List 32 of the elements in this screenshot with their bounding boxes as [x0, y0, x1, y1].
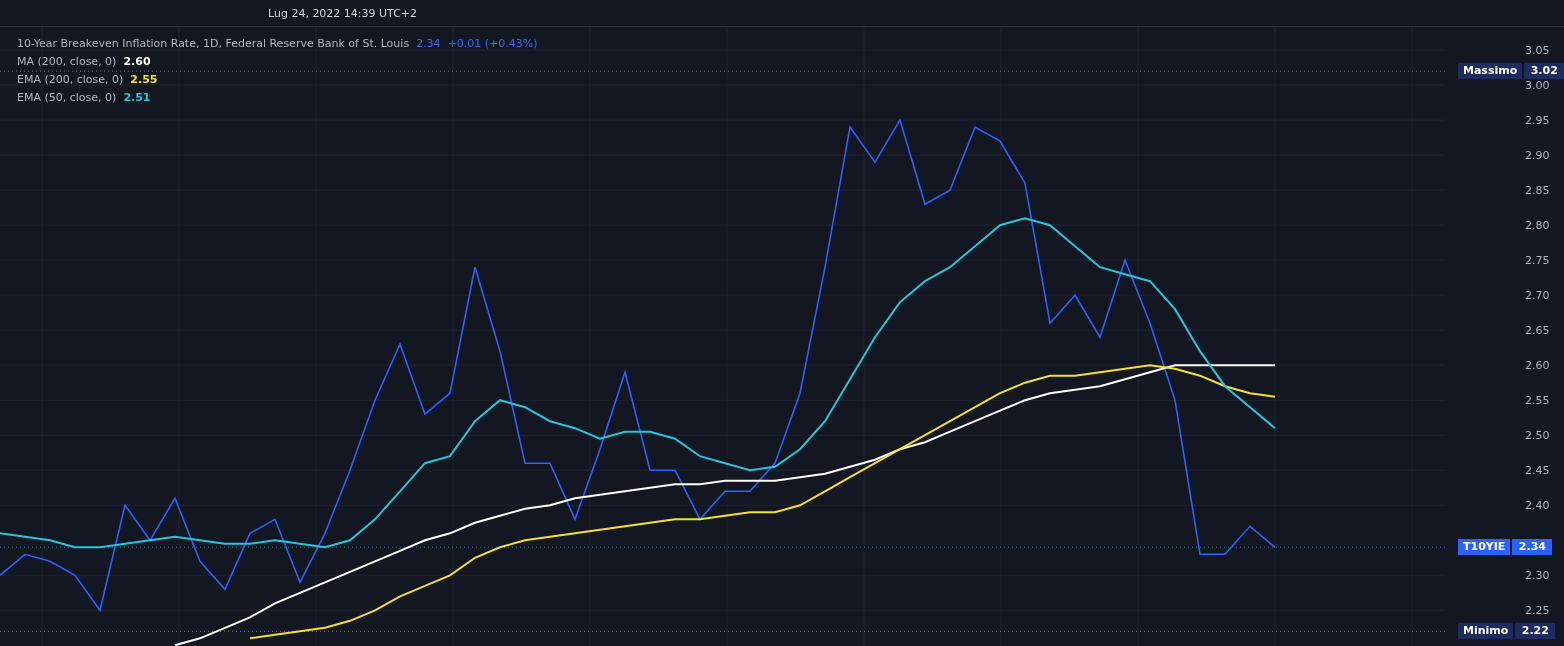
price-tick: 2.55 — [1525, 393, 1550, 407]
indicator-value: 2.60 — [123, 54, 151, 68]
price-tick: 2.85 — [1525, 183, 1550, 197]
price-tick: 3.00 — [1525, 78, 1550, 92]
price-tick: 2.90 — [1525, 148, 1550, 162]
price-tick: 2.65 — [1525, 323, 1550, 337]
price-tick: 2.75 — [1525, 253, 1550, 267]
price-tick: 2.80 — [1525, 218, 1550, 232]
last-price: 2.34 — [416, 36, 441, 50]
indicator-name: MA (200, close, 0) — [17, 54, 117, 68]
price-value: 3.02 — [1524, 63, 1564, 80]
price-change: +0.01 (+0.43%) — [447, 36, 538, 50]
price-tick: 2.45 — [1525, 463, 1550, 477]
price-label: T10YIE — [1458, 539, 1511, 556]
price-tick: 2.40 — [1525, 498, 1550, 512]
price-label: Massimo — [1458, 63, 1523, 80]
price-label: Minimo — [1458, 623, 1514, 640]
price-tick: 2.95 — [1525, 113, 1550, 127]
price-tick: 2.60 — [1525, 358, 1550, 372]
price-value: 2.22 — [1515, 623, 1556, 640]
price-value: 2.34 — [1512, 539, 1553, 556]
price-tick: 2.30 — [1525, 568, 1550, 582]
indicator-value: 2.55 — [130, 72, 158, 86]
date-time: Lug 24, 2022 14:39 UTC+2 — [268, 6, 418, 20]
symbol-title: 10-Year Breakeven Inflation Rate, 1D, Federal Reserve Bank of St. Louis — [17, 36, 410, 50]
price-tick: 2.25 — [1525, 603, 1550, 617]
price-tick: 2.50 — [1525, 428, 1550, 442]
indicator-name: EMA (200, close, 0) — [17, 72, 124, 86]
indicator-value: 2.51 — [123, 90, 151, 104]
price-tick: 3.05 — [1525, 43, 1550, 57]
indicator-name: EMA (50, close, 0) — [17, 90, 117, 104]
price-tick: 2.70 — [1525, 288, 1550, 302]
